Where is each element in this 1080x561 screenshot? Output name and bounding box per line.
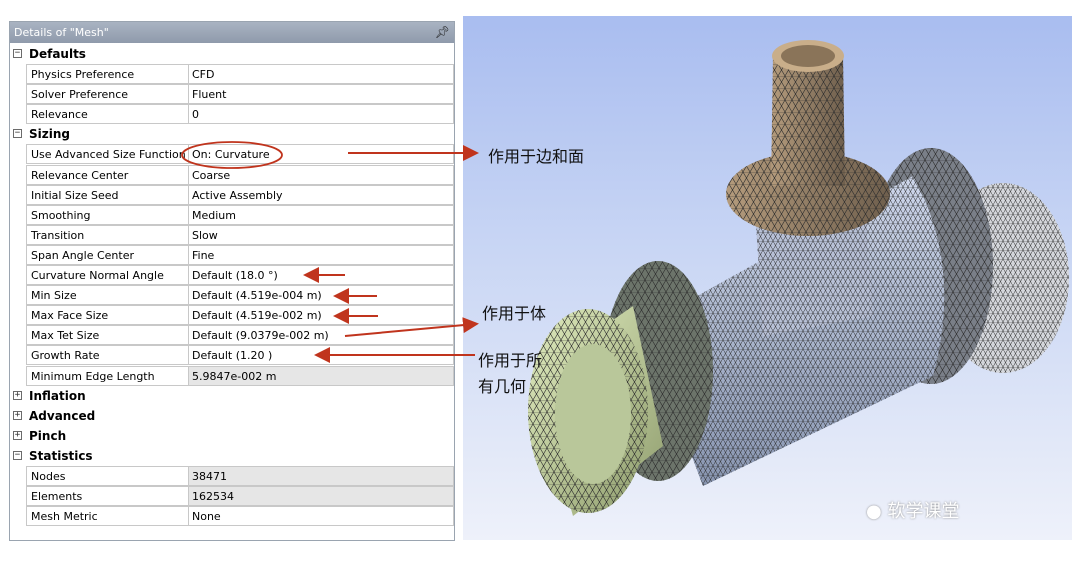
annotation-edges-faces: 作用于边和面 [488, 147, 585, 166]
annotation-body: 作用于体 [482, 304, 547, 323]
watermark: ●︎ 软学课堂 [866, 497, 959, 523]
wechat-icon: ●︎ [866, 501, 882, 522]
arrow-max-tet [344, 317, 479, 337]
annotation-all-geometry-1: 作用于所 [478, 351, 543, 370]
annotation-all-geometry-2: 有几何 [478, 377, 527, 396]
watermark-text: 软学课堂 [887, 501, 960, 522]
annotation-layer [181, 141, 479, 363]
curvature-highlight [181, 141, 283, 169]
